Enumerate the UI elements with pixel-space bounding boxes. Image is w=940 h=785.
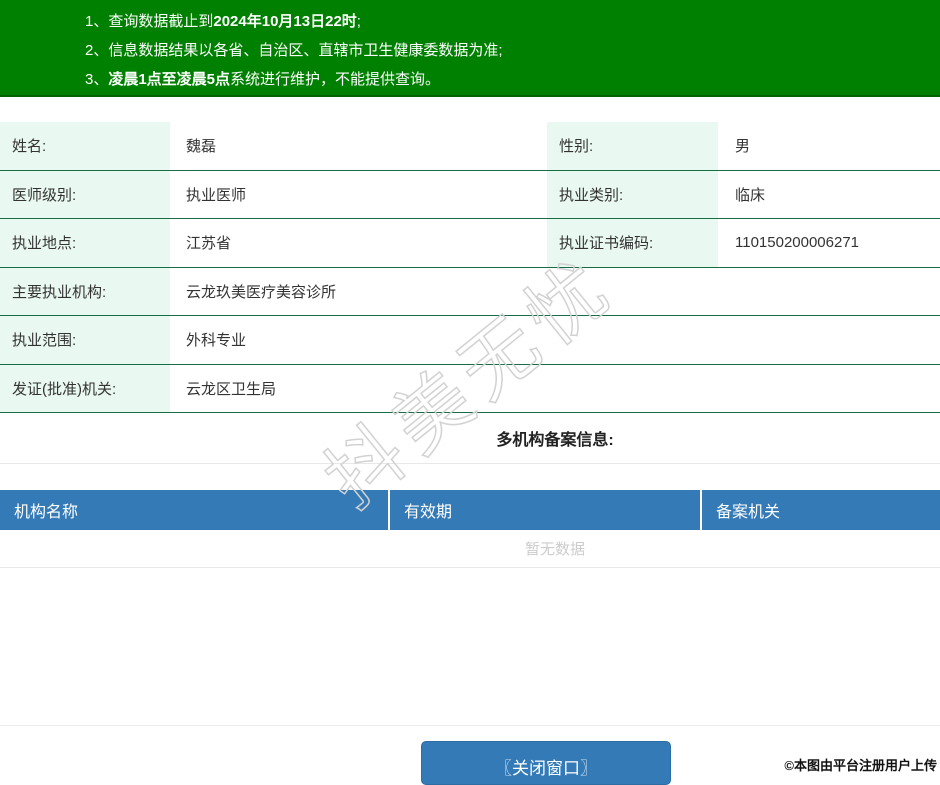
- notice-line-2: 2、信息数据结果以各省、自治区、直辖市卫生健康委数据为准;: [85, 42, 503, 59]
- field-value-main-institution: 云龙玖美医疗美容诊所: [186, 283, 337, 301]
- field-label-practice-location: 执业地点:: [0, 219, 170, 267]
- table-row: 医师级别: 执业医师 执业类别: 临床: [0, 170, 940, 219]
- no-data-text: 暂无数据: [524, 541, 585, 558]
- field-value-name: 魏磊: [186, 138, 217, 156]
- field-value-practice-scope: 外科专业: [186, 332, 247, 350]
- field-label-doctor-level: 医师级别:: [0, 170, 170, 218]
- table-row: 主要执业机构: 云龙玖美医疗美容诊所: [0, 267, 940, 316]
- notice-line-1: 1、查询数据截止到2024年10月13日22时;: [85, 13, 361, 30]
- table-row: 发证(批准)机关: 云龙区卫生局: [0, 364, 940, 413]
- table-row: 姓名: 魏磊 性别: 男: [0, 122, 940, 171]
- field-value-practice-category: 临床: [735, 186, 766, 204]
- footer-bar: 〖关闭窗口〗 ©本图由平台注册用户上传: [0, 725, 940, 785]
- field-value-gender: 男: [735, 138, 751, 156]
- practitioner-details-table: 姓名: 魏磊 性别: 男 医师级别: 执业医师 执业类别: 临床 执业地点: 江…: [0, 122, 940, 413]
- notice-line-3: 3、凌晨1点至凌晨5点系统进行维护，不能提供查询。: [85, 71, 441, 88]
- field-value-issuing-authority: 云龙区卫生局: [186, 380, 277, 398]
- filing-section: 多机构备案信息:: [0, 413, 940, 464]
- table-row: 执业地点: 江苏省 执业证书编码: 110150200006271: [0, 219, 940, 268]
- column-header-filing-authority: 备案机关: [700, 490, 940, 530]
- field-label-issuing-authority: 发证(批准)机关:: [0, 364, 170, 412]
- column-header-validity-period: 有效期: [388, 490, 700, 530]
- filing-table-empty-row: 暂无数据: [0, 530, 940, 568]
- filing-section-heading: 多机构备案信息:: [496, 432, 614, 449]
- field-label-practice-scope: 执业范围:: [0, 316, 170, 364]
- column-header-institution-name: 机构名称: [14, 504, 79, 521]
- field-value-doctor-level: 执业医师: [186, 186, 247, 204]
- filing-table-header: 机构名称 有效期 备案机关: [0, 490, 940, 530]
- table-row: 执业范围: 外科专业: [0, 316, 940, 365]
- field-label-gender: 性别:: [547, 122, 718, 170]
- field-label-name: 姓名:: [0, 122, 170, 170]
- field-label-main-institution: 主要执业机构:: [0, 267, 170, 315]
- field-label-practice-category: 执业类别:: [547, 170, 718, 218]
- close-window-button[interactable]: 〖关闭窗口〗: [421, 741, 671, 785]
- notice-banner: 1、查询数据截止到2024年10月13日22时; 2、信息数据结果以各省、自治区…: [0, 0, 940, 97]
- field-value-practice-location: 江苏省: [186, 235, 232, 253]
- field-value-certificate-number: 110150200006271: [735, 234, 860, 252]
- field-label-certificate-number: 执业证书编码:: [547, 219, 718, 267]
- uploader-credit-text: ©本图由平台注册用户上传: [784, 758, 937, 773]
